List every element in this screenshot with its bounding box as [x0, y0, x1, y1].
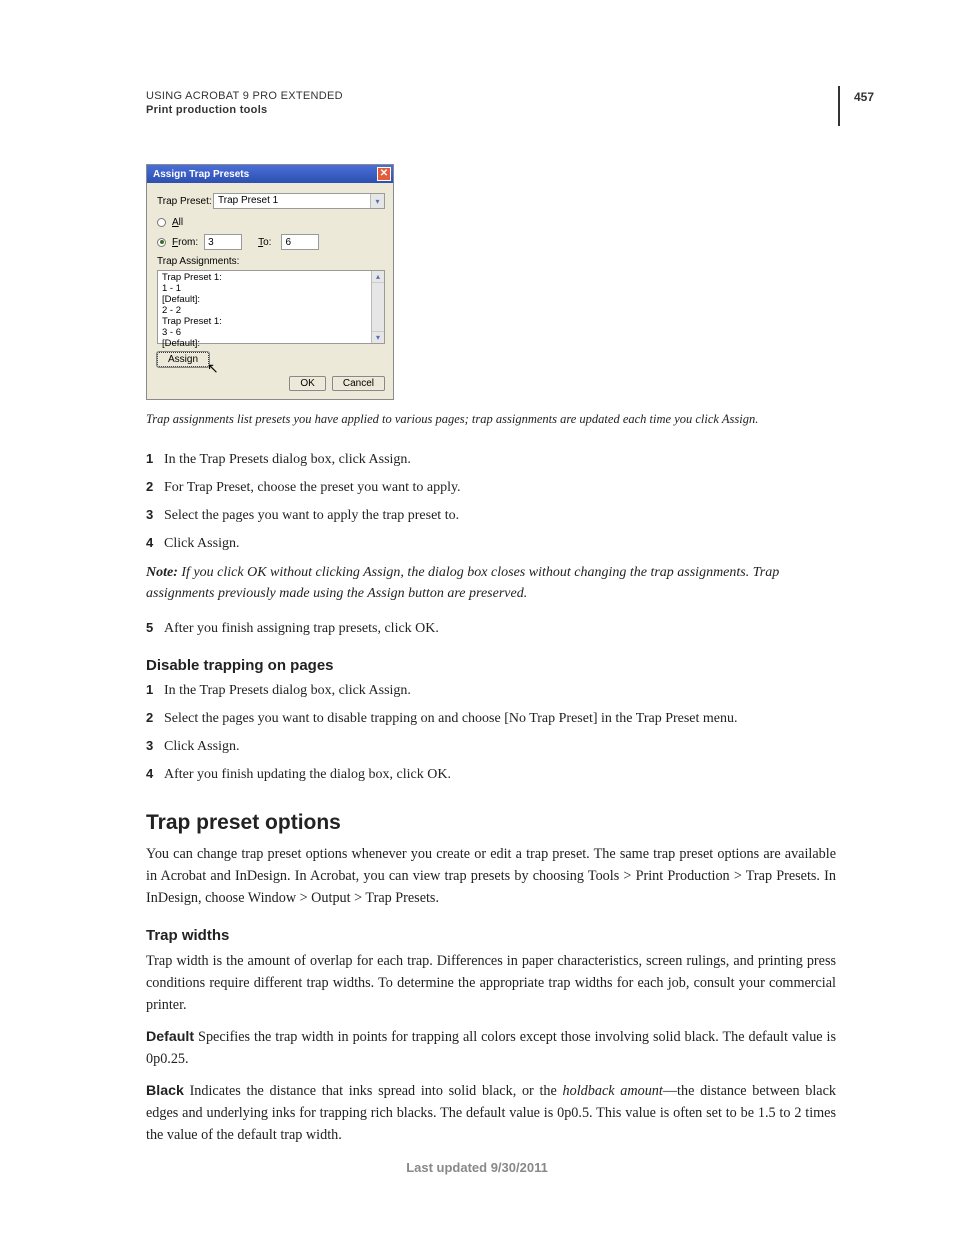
step: 3Select the pages you want to apply the …: [146, 505, 836, 526]
step: 4After you finish updating the dialog bo…: [146, 764, 836, 785]
options-intro: You can change trap preset options whene…: [146, 843, 836, 909]
dialog-body: Trap Preset: Trap Preset 1 ▾ All From: T…: [147, 183, 393, 399]
cursor-icon: ↖: [207, 360, 219, 377]
steps-list-2: 1In the Trap Presets dialog box, click A…: [146, 680, 836, 785]
assign-trap-presets-dialog: Assign Trap Presets ✕ Trap Preset: Trap …: [146, 164, 394, 400]
note-label: Note:: [146, 565, 178, 580]
step: 1In the Trap Presets dialog box, click A…: [146, 680, 836, 701]
scroll-down-icon[interactable]: ▾: [372, 331, 384, 343]
step: 5After you finish assigning trap presets…: [146, 618, 836, 639]
list-item: [Default]:: [162, 295, 367, 306]
page-footer: Last updated 9/30/2011: [0, 1160, 954, 1175]
cancel-button[interactable]: Cancel: [332, 376, 385, 391]
list-item: 3 - 6: [162, 328, 367, 339]
heading-disable-trapping: Disable trapping on pages: [146, 657, 836, 674]
to-input[interactable]: [281, 234, 319, 250]
from-input[interactable]: [204, 234, 242, 250]
list-item: Trap Preset 1:: [162, 273, 367, 284]
radio-from-label: From:: [172, 237, 198, 248]
term-default: Default: [146, 1029, 194, 1045]
step: 2Select the pages you want to disable tr…: [146, 708, 836, 729]
definition-default: Default Specifies the trap width in poin…: [146, 1026, 836, 1070]
term-black: Black: [146, 1083, 184, 1099]
list-items: Trap Preset 1: 1 - 1 [Default]: 2 - 2 Tr…: [158, 271, 371, 343]
ok-button[interactable]: OK: [289, 376, 325, 391]
assignments-label: Trap Assignments:: [157, 256, 385, 267]
list-item: [Default]:: [162, 339, 367, 350]
page-content: Assign Trap Presets ✕ Trap Preset: Trap …: [146, 164, 836, 1156]
step: 1In the Trap Presets dialog box, click A…: [146, 449, 836, 470]
step: 3Click Assign.: [146, 736, 836, 757]
figure-caption: Trap assignments list presets you have a…: [146, 410, 836, 429]
to-label: To:: [258, 237, 271, 248]
step: 4Click Assign.: [146, 533, 836, 554]
dialog-title: Assign Trap Presets: [153, 169, 249, 180]
list-item: Trap Preset 1:: [162, 317, 367, 328]
trap-assignments-list[interactable]: Trap Preset 1: 1 - 1 [Default]: 2 - 2 Tr…: [157, 270, 385, 344]
close-icon[interactable]: ✕: [377, 167, 391, 181]
trap-preset-combo[interactable]: Trap Preset 1 ▾: [213, 193, 385, 209]
step: 2For Trap Preset, choose the preset you …: [146, 477, 836, 498]
page-number: 457: [854, 90, 874, 104]
page-header: USING ACROBAT 9 PRO EXTENDED Print produ…: [146, 90, 343, 116]
note-text: If you click OK without clicking Assign,…: [146, 565, 779, 601]
list-scrollbar[interactable]: ▴ ▾: [371, 271, 384, 343]
assign-button[interactable]: Assign: [157, 352, 209, 367]
radio-all[interactable]: [157, 218, 166, 227]
dialog-titlebar: Assign Trap Presets ✕: [147, 165, 393, 183]
widths-intro: Trap width is the amount of overlap for …: [146, 950, 836, 1016]
doc-section: Print production tools: [146, 104, 343, 116]
scroll-thumb[interactable]: [372, 283, 384, 331]
chevron-down-icon[interactable]: ▾: [370, 194, 384, 208]
note-block: Note: If you click OK without clicking A…: [146, 562, 836, 604]
scroll-up-icon[interactable]: ▴: [372, 271, 384, 283]
steps-list-1: 1In the Trap Presets dialog box, click A…: [146, 449, 836, 554]
radio-all-label: All: [172, 217, 183, 228]
header-divider: [838, 86, 840, 126]
trap-preset-value: Trap Preset 1: [214, 194, 370, 208]
radio-from[interactable]: [157, 238, 166, 247]
trap-preset-label: Trap Preset:: [157, 196, 213, 207]
definition-black: Black Indicates the distance that inks s…: [146, 1080, 836, 1146]
doc-title: USING ACROBAT 9 PRO EXTENDED: [146, 90, 343, 102]
heading-trap-widths: Trap widths: [146, 927, 836, 944]
steps-list-1-cont: 5After you finish assigning trap presets…: [146, 618, 836, 639]
heading-trap-preset-options: Trap preset options: [146, 811, 836, 835]
